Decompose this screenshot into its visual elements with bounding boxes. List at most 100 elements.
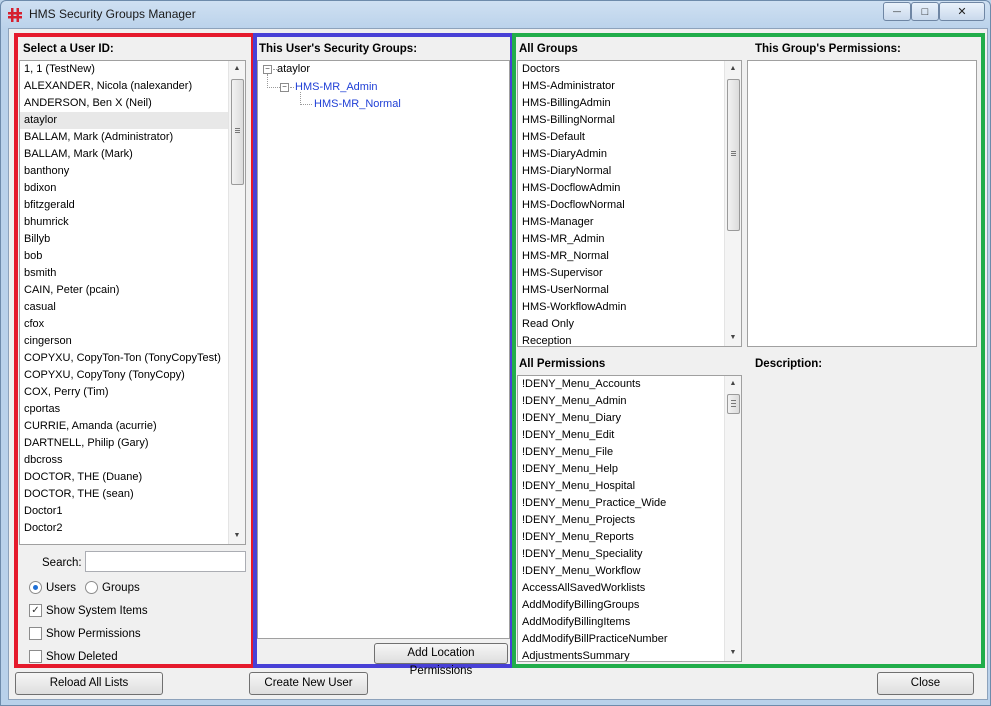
user-list-item[interactable]: Billyb <box>20 231 228 248</box>
user-list-item[interactable]: COPYXU, CopyTon-Ton (TonyCopyTest) <box>20 350 228 367</box>
user-list-item[interactable]: bsmith <box>20 265 228 282</box>
users-radio[interactable]: Users <box>29 581 76 594</box>
permission-list-item[interactable]: !DENY_Menu_File <box>518 444 724 461</box>
create-new-user-button[interactable]: Create New User <box>249 672 368 695</box>
reload-all-lists-button[interactable]: Reload All Lists <box>15 672 163 695</box>
show-permissions-checkbox[interactable]: Show Permissions <box>29 627 141 640</box>
search-input[interactable] <box>85 551 246 572</box>
maximize-button[interactable]: □ <box>911 2 939 21</box>
group-list-item[interactable]: HMS-Administrator <box>518 78 724 95</box>
group-list-item[interactable]: HMS-BillingNormal <box>518 112 724 129</box>
user-list-item[interactable]: Doctor1 <box>20 503 228 520</box>
group-list-item[interactable]: Read Only <box>518 316 724 333</box>
group-list-item[interactable]: HMS-MR_Normal <box>518 248 724 265</box>
all-groups-scrollbar[interactable]: ▲ ▼ <box>724 61 741 346</box>
scroll-thumb[interactable] <box>231 79 244 185</box>
scroll-down-icon[interactable]: ▼ <box>229 528 245 544</box>
permission-list-item[interactable]: AddModifyBillingGroups <box>518 597 724 614</box>
user-list-item[interactable]: BALLAM, Mark (Mark) <box>20 146 228 163</box>
permission-list-item[interactable]: AdjustmentsSummary <box>518 648 724 661</box>
permission-list-item[interactable]: !DENY_Menu_Edit <box>518 427 724 444</box>
user-list-item[interactable]: cingerson <box>20 333 228 350</box>
user-list-item[interactable]: BALLAM, Mark (Administrator) <box>20 129 228 146</box>
all-groups-items[interactable]: Doctors HMS-Administrator HMS-BillingAdmin… <box>518 61 724 346</box>
collapse-icon[interactable]: − <box>263 65 272 74</box>
scroll-up-icon[interactable]: ▲ <box>725 376 741 392</box>
all-groups-list[interactable]: Doctors HMS-Administrator HMS-BillingAdmin… <box>517 60 742 347</box>
user-list-item[interactable]: DARTNELL, Philip (Gary) <box>20 435 228 452</box>
tree-root-ataylor[interactable]: ataylor <box>277 62 310 76</box>
all-permissions-list[interactable]: !DENY_Menu_Accounts !DENY_Menu_Admin !DENY… <box>517 375 742 662</box>
group-list-item[interactable]: HMS-DocflowNormal <box>518 197 724 214</box>
permission-list-item[interactable]: !DENY_Menu_Accounts <box>518 376 724 393</box>
group-list-item[interactable]: HMS-Supervisor <box>518 265 724 282</box>
scroll-up-icon[interactable]: ▲ <box>229 61 245 77</box>
scroll-down-icon[interactable]: ▼ <box>725 330 741 346</box>
user-list-item[interactable]: bhumrick <box>20 214 228 231</box>
permission-list-item[interactable]: !DENY_Menu_Admin <box>518 393 724 410</box>
permission-list-item[interactable]: !DENY_Menu_Practice_Wide <box>518 495 724 512</box>
user-list-item[interactable]: 1, 1 (TestNew) <box>20 61 228 78</box>
permission-list-item[interactable]: !DENY_Menu_Workflow <box>518 563 724 580</box>
group-list-item[interactable]: HMS-Manager <box>518 214 724 231</box>
user-list-item[interactable]: bfitzgerald <box>20 197 228 214</box>
tree-node-mr-admin[interactable]: HMS-MR_Admin <box>295 80 378 94</box>
user-list-item[interactable]: bob <box>20 248 228 265</box>
permission-list-item[interactable]: !DENY_Menu_Projects <box>518 512 724 529</box>
user-list-item[interactable]: casual <box>20 299 228 316</box>
user-list-item[interactable]: cfox <box>20 316 228 333</box>
user-list-item[interactable]: banthony <box>20 163 228 180</box>
group-list-item[interactable]: HMS-DocflowAdmin <box>518 180 724 197</box>
user-list-item[interactable]: CAIN, Peter (pcain) <box>20 282 228 299</box>
permission-list-item[interactable]: AddModifyBillPracticeNumber <box>518 631 724 648</box>
permission-list-item[interactable]: AddModifyBillingItems <box>518 614 724 631</box>
permission-list-item[interactable]: !DENY_Menu_Diary <box>518 410 724 427</box>
user-list-item[interactable]: DOCTOR, THE (sean) <box>20 486 228 503</box>
group-list-item[interactable]: Doctors <box>518 61 724 78</box>
user-list-item[interactable]: Doctor2 <box>20 520 228 537</box>
user-list-item[interactable]: COPYXU, CopyTony (TonyCopy) <box>20 367 228 384</box>
scroll-up-icon[interactable]: ▲ <box>725 61 741 77</box>
group-list-item[interactable]: HMS-BillingAdmin <box>518 95 724 112</box>
group-list-item[interactable]: HMS-DiaryAdmin <box>518 146 724 163</box>
permission-list-item[interactable]: !DENY_Menu_Speciality <box>518 546 724 563</box>
minimize-button[interactable]: — <box>883 2 911 21</box>
user-list-items[interactable]: 1, 1 (TestNew) ALEXANDER, Nicola (nalexan… <box>20 61 228 544</box>
user-list-item[interactable]: ataylor <box>20 112 228 129</box>
all-permissions-scrollbar[interactable]: ▲ ▼ <box>724 376 741 661</box>
user-list[interactable]: 1, 1 (TestNew) ALEXANDER, Nicola (nalexan… <box>19 60 246 545</box>
add-location-permissions-button[interactable]: Add Location Permissions <box>374 643 508 677</box>
user-list-item[interactable]: dbcross <box>20 452 228 469</box>
show-deleted-checkbox[interactable]: Show Deleted <box>29 650 118 663</box>
scroll-thumb[interactable] <box>727 79 740 231</box>
tree-node-mr-normal[interactable]: HMS-MR_Normal <box>314 97 401 111</box>
scroll-thumb[interactable] <box>727 394 740 414</box>
group-list-item[interactable]: HMS-WorkflowAdmin <box>518 299 724 316</box>
user-list-item[interactable]: ANDERSON, Ben X (Neil) <box>20 95 228 112</box>
close-window-button[interactable]: ✕ <box>939 2 985 21</box>
permission-list-item[interactable]: AccessAllSavedWorklists <box>518 580 724 597</box>
all-permissions-items[interactable]: !DENY_Menu_Accounts !DENY_Menu_Admin !DENY… <box>518 376 724 661</box>
permission-list-item[interactable]: !DENY_Menu_Help <box>518 461 724 478</box>
group-list-item[interactable]: HMS-DiaryNormal <box>518 163 724 180</box>
user-list-scrollbar[interactable]: ▲ ▼ <box>228 61 245 544</box>
user-list-item[interactable]: COX, Perry (Tim) <box>20 384 228 401</box>
permission-list-item[interactable]: !DENY_Menu_Reports <box>518 529 724 546</box>
user-list-item[interactable]: bdixon <box>20 180 228 197</box>
scroll-down-icon[interactable]: ▼ <box>725 645 741 661</box>
user-groups-tree[interactable]: − ataylor − HMS-MR_Admin HMS-MR_Normal <box>257 60 510 639</box>
user-list-item[interactable]: cportas <box>20 401 228 418</box>
show-system-items-checkbox[interactable]: ✓ Show System Items <box>29 604 148 617</box>
user-list-item[interactable]: DOCTOR, THE (Duane) <box>20 469 228 486</box>
group-list-item[interactable]: HMS-Default <box>518 129 724 146</box>
permission-list-item[interactable]: !DENY_Menu_Hospital <box>518 478 724 495</box>
group-permissions-list[interactable] <box>747 60 977 347</box>
group-list-item[interactable]: HMS-UserNormal <box>518 282 724 299</box>
close-button[interactable]: Close <box>877 672 974 695</box>
groups-radio[interactable]: Groups <box>85 581 140 594</box>
user-list-item[interactable]: ALEXANDER, Nicola (nalexander) <box>20 78 228 95</box>
group-list-item[interactable]: HMS-MR_Admin <box>518 231 724 248</box>
collapse-icon[interactable]: − <box>280 83 289 92</box>
user-list-item[interactable]: CURRIE, Amanda (acurrie) <box>20 418 228 435</box>
group-list-item[interactable]: Reception <box>518 333 724 346</box>
